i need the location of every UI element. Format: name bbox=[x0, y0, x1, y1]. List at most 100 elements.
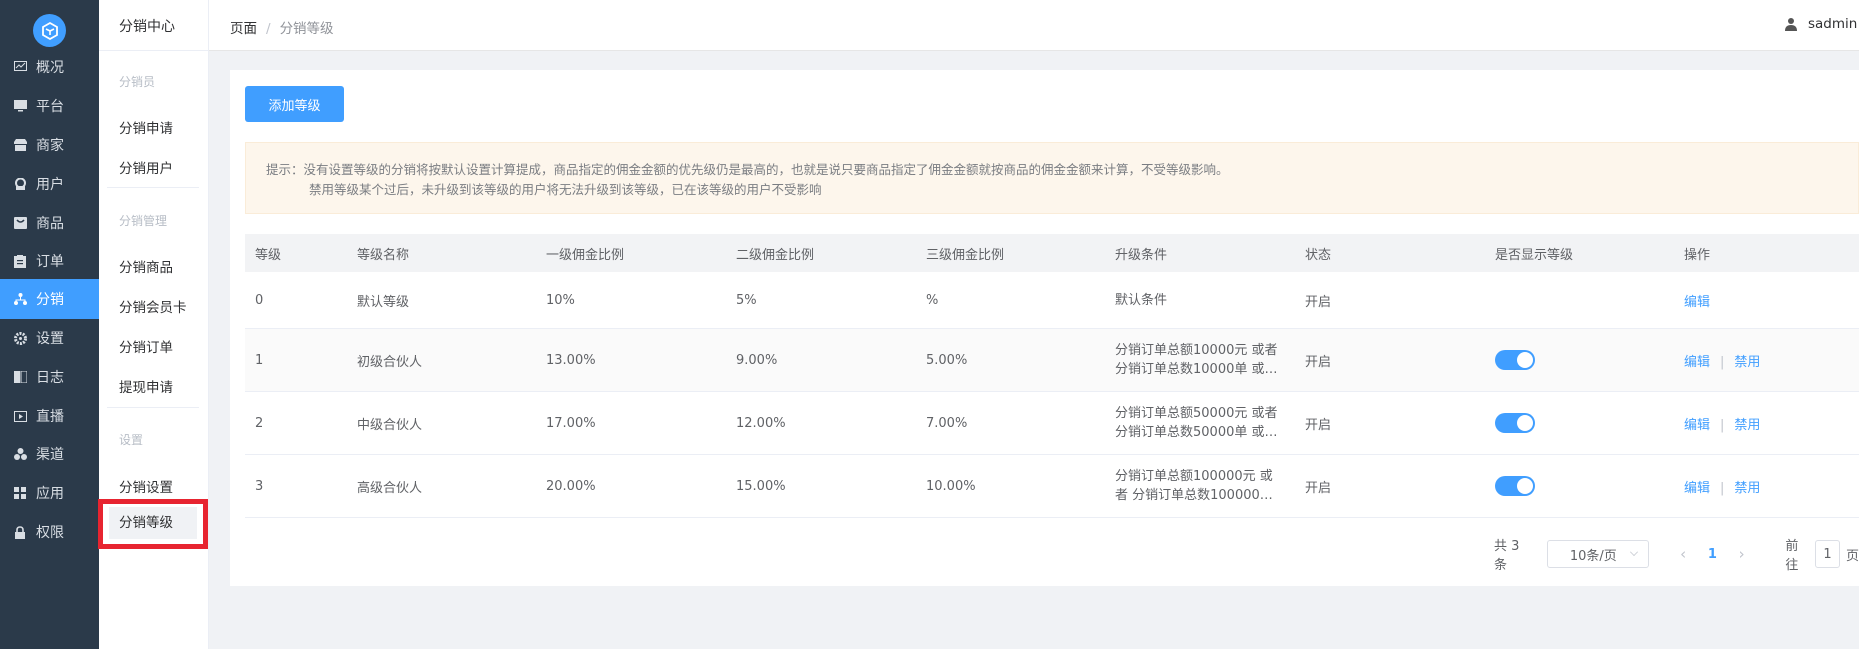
goto-page-input[interactable]: 1 bbox=[1815, 540, 1840, 568]
nav-item-label: 权限 bbox=[36, 525, 64, 541]
edit-link[interactable]: 编辑 bbox=[1684, 418, 1710, 433]
table-header: 等级 等级名称 一级佣金比例 二级佣金比例 三级佣金比例 升级条件 状态 是否显示等级 操作 bbox=[245, 234, 1859, 272]
submenu-item-users[interactable]: 分销用户 bbox=[119, 157, 173, 177]
cell-level: 2 bbox=[255, 415, 264, 431]
divider bbox=[99, 50, 209, 51]
breadcrumb-root[interactable]: 页面 bbox=[230, 21, 257, 37]
cell-level: 3 bbox=[255, 478, 264, 494]
nav-item-label: 用户 bbox=[36, 177, 64, 193]
cell-rate-2: 5% bbox=[736, 292, 757, 308]
submenu-item-goods[interactable]: 分销商品 bbox=[119, 256, 173, 276]
column-header: 二级佣金比例 bbox=[736, 247, 815, 263]
submenu-item-apply[interactable]: 分销申请 bbox=[119, 117, 173, 137]
nav-item-4[interactable]: 商品 bbox=[0, 203, 99, 243]
nav-item-label: 应用 bbox=[36, 486, 64, 502]
nav-item-2[interactable]: 商家 bbox=[0, 125, 99, 165]
apps-icon bbox=[13, 486, 27, 500]
order-icon bbox=[13, 254, 27, 268]
user-icon bbox=[1784, 17, 1798, 31]
cell-rate-3: % bbox=[926, 292, 939, 308]
cell-rate-2: 9.00% bbox=[736, 352, 778, 368]
breadcrumb: 页面 / 分销等级 bbox=[230, 17, 334, 37]
logo-icon[interactable] bbox=[33, 14, 66, 47]
show-level-toggle[interactable] bbox=[1495, 413, 1535, 433]
nav-item-label: 订单 bbox=[36, 254, 64, 270]
nav-item-label: 设置 bbox=[36, 331, 64, 347]
cell-status: 开启 bbox=[1305, 354, 1332, 370]
gear-icon bbox=[13, 331, 27, 345]
nav-item-1[interactable]: 平台 bbox=[0, 86, 99, 126]
edit-link[interactable]: 编辑 bbox=[1684, 295, 1710, 310]
column-header: 一级佣金比例 bbox=[546, 247, 625, 263]
chart-icon bbox=[13, 60, 27, 74]
cell-level-name: 中级合伙人 bbox=[357, 417, 423, 433]
condition-line: 分销订单总额10000元 或者 bbox=[1115, 343, 1278, 358]
divider bbox=[107, 407, 199, 408]
condition-line: 默认条件 bbox=[1115, 292, 1168, 308]
submenu-item-orders[interactable]: 分销订单 bbox=[119, 336, 173, 356]
nav-item-12[interactable]: 权限 bbox=[0, 512, 99, 552]
chevron-down-icon bbox=[1630, 548, 1639, 556]
show-level-toggle[interactable] bbox=[1495, 476, 1535, 496]
cell-show-level bbox=[1485, 350, 1674, 370]
add-level-button[interactable]: 添加等级 bbox=[245, 86, 344, 122]
nav-item-label: 商品 bbox=[36, 216, 64, 232]
edit-link[interactable]: 编辑 bbox=[1684, 481, 1710, 496]
cell-level: 1 bbox=[255, 352, 264, 368]
group-label-settings: 设置 bbox=[119, 433, 144, 447]
next-page-button[interactable]: › bbox=[1728, 545, 1755, 563]
prev-page-button[interactable]: ‹ bbox=[1669, 545, 1696, 563]
cell-rate-3: 10.00% bbox=[926, 478, 976, 494]
nav-item-9[interactable]: 直播 bbox=[0, 396, 99, 436]
condition-line: 分销订单总数50000单 或… bbox=[1115, 425, 1278, 440]
log-icon bbox=[13, 370, 27, 384]
breadcrumb-separator: / bbox=[266, 21, 271, 37]
live-icon bbox=[13, 409, 27, 423]
table-row: 3 高级合伙人 20.00% 15.00% 10.00% 分销订单总额100000元 或者… bbox=[245, 455, 1859, 518]
disable-link[interactable]: 禁用 bbox=[1734, 355, 1760, 370]
nav-item-label: 概况 bbox=[36, 60, 64, 76]
column-header: 状态 bbox=[1305, 247, 1332, 263]
column-header: 等级名称 bbox=[357, 247, 410, 263]
table-row: 1 初级合伙人 13.00% 9.00% 5.00% 分销订单总额10000元 或者 分销订… bbox=[245, 329, 1859, 392]
nav-item-6[interactable]: 分销 bbox=[0, 279, 99, 319]
nav-item-3[interactable]: 用户 bbox=[0, 164, 99, 204]
nav-item-0[interactable]: 概况 bbox=[0, 47, 99, 87]
submenu-item-settings[interactable]: 分销设置 bbox=[119, 476, 173, 496]
edit-link[interactable]: 编辑 bbox=[1684, 355, 1710, 370]
page-number-current[interactable]: 1 bbox=[1697, 547, 1728, 562]
nav-item-7[interactable]: 设置 bbox=[0, 318, 99, 358]
cell-actions: 编辑 | 禁用 bbox=[1674, 477, 1859, 496]
nav-item-label: 分销 bbox=[36, 292, 64, 308]
divider bbox=[107, 187, 199, 188]
levels-table: 等级 等级名称 一级佣金比例 二级佣金比例 三级佣金比例 升级条件 状态 是否显示等级 操作 0… bbox=[245, 234, 1859, 518]
group-label-management: 分销管理 bbox=[119, 214, 168, 228]
cell-rate-1: 13.00% bbox=[546, 352, 596, 368]
column-header: 三级佣金比例 bbox=[926, 247, 1005, 263]
goto-label: 前往 bbox=[1785, 539, 1799, 573]
cell-rate-1: 17.00% bbox=[546, 415, 596, 431]
pagination: 共 3 条 10条/页 ‹ 1 › 前往 1 页 bbox=[1494, 539, 1859, 573]
nav-item-11[interactable]: 应用 bbox=[0, 473, 99, 513]
nav-item-8[interactable]: 日志 bbox=[0, 357, 99, 397]
user-menu[interactable]: sadmin bbox=[1784, 16, 1857, 32]
cell-condition: 分销订单总额10000元 或者 分销订单总数10000单 或… bbox=[1105, 341, 1295, 379]
tip-line-1: 提示：没有设置等级的分销将按默认设置计算提成，商品指定的佣金金额的优先级仍是最高… bbox=[266, 162, 1229, 177]
nav-item-5[interactable]: 订单 bbox=[0, 241, 99, 281]
cell-status: 开启 bbox=[1305, 480, 1332, 496]
cell-actions: 编辑 | 禁用 bbox=[1674, 414, 1859, 433]
table-row: 2 中级合伙人 17.00% 12.00% 7.00% 分销订单总额50000元 或者 分销… bbox=[245, 392, 1859, 455]
nav-item-10[interactable]: 渠道 bbox=[0, 434, 99, 474]
tip-line-2: 禁用等级某个过后，未升级到该等级的用户将无法升级到该等级，已在该等级的用户不受影… bbox=[309, 182, 822, 197]
submenu-item-withdraw[interactable]: 提现申请 bbox=[119, 376, 173, 396]
lock-icon bbox=[13, 525, 27, 539]
highlight-box bbox=[98, 499, 208, 549]
submenu-item-card[interactable]: 分销会员卡 bbox=[119, 296, 187, 316]
show-level-toggle[interactable] bbox=[1495, 350, 1535, 370]
disable-link[interactable]: 禁用 bbox=[1734, 481, 1760, 496]
disable-link[interactable]: 禁用 bbox=[1734, 418, 1760, 433]
page-size-select[interactable]: 10条/页 bbox=[1546, 540, 1650, 568]
monitor-icon bbox=[13, 99, 27, 113]
submenu-title: 分销中心 bbox=[119, 19, 175, 35]
cell-rate-2: 15.00% bbox=[736, 478, 786, 494]
